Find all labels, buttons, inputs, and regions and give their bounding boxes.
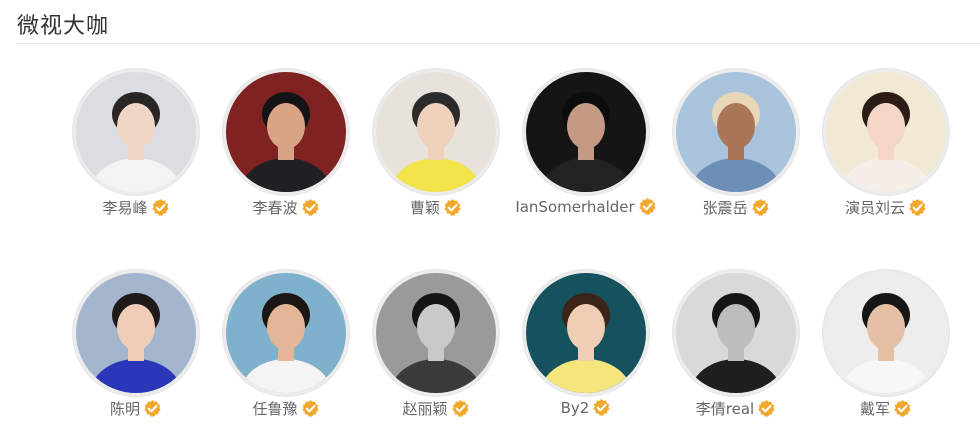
celebrity-name[interactable]: 曹颖 (410, 197, 440, 218)
celebrity-card[interactable]: By2 (511, 270, 661, 430)
celebrity-name[interactable]: 李春波 (252, 197, 297, 218)
celebrity-name-row: 曹颖 (361, 197, 511, 218)
celebrity-name-row: By2 (511, 398, 661, 417)
celebrity-name-row: 演员刘云 (811, 197, 961, 218)
avatar-ring (373, 69, 499, 195)
avatar[interactable] (376, 72, 496, 192)
avatar-image (826, 72, 946, 192)
avatar[interactable] (526, 273, 646, 393)
avatar-ring (673, 270, 799, 396)
avatar[interactable] (226, 273, 346, 393)
celebrity-name[interactable]: 赵丽颖 (402, 398, 447, 419)
celebrity-card[interactable]: 演员刘云 (811, 69, 961, 229)
celebrity-name-row: 张震岳 (661, 197, 811, 218)
avatar-ring (823, 69, 949, 195)
avatar-ring (823, 270, 949, 396)
celebrity-card[interactable]: IanSomerhalder (511, 69, 661, 229)
verified-badge-icon (144, 399, 161, 417)
celebrity-name-row: 任鲁豫 (211, 398, 361, 419)
avatar-ring (373, 270, 499, 396)
celebrity-name[interactable]: 李倩real (696, 398, 754, 419)
celebrity-name[interactable]: 任鲁豫 (252, 398, 297, 419)
avatar-ring (223, 270, 349, 396)
celebrity-card[interactable]: 任鲁豫 (211, 270, 361, 430)
celebrity-name-row: IanSomerhalder (511, 197, 661, 216)
avatar-image (526, 72, 646, 192)
avatar[interactable] (76, 72, 196, 192)
celebrity-name[interactable]: 陈明 (110, 398, 140, 419)
avatar-ring (523, 270, 649, 396)
celebrity-name-row: 戴军 (811, 398, 961, 419)
celebrity-name[interactable]: By2 (561, 399, 590, 417)
avatar-image (376, 273, 496, 393)
verified-badge-icon (758, 399, 775, 417)
celebrity-name-row: 陈明 (61, 398, 211, 419)
celebrity-card[interactable]: 张震岳 (661, 69, 811, 229)
avatar-ring (223, 69, 349, 195)
celebrity-name-row: 李倩real (661, 398, 811, 419)
verified-badge-icon (301, 198, 319, 216)
verified-badge-icon (909, 198, 926, 216)
avatar-ring (73, 69, 199, 195)
avatar-ring (73, 270, 199, 396)
avatar-image (226, 273, 346, 393)
avatar-image (376, 72, 496, 192)
verified-badge-icon (151, 198, 169, 216)
avatar[interactable] (676, 72, 796, 192)
verified-badge-icon (444, 198, 461, 216)
avatar[interactable] (526, 72, 646, 192)
avatar[interactable] (676, 273, 796, 393)
avatar-image (76, 72, 196, 192)
avatar-image (226, 72, 346, 192)
celebrity-card[interactable]: 曹颖 (361, 69, 511, 229)
verified-badge-icon (751, 198, 769, 216)
celebrity-name[interactable]: 李易峰 (102, 197, 147, 218)
avatar-image (526, 273, 646, 393)
celebrity-name-row: 李易峰 (61, 197, 211, 218)
celebrity-name[interactable]: 张震岳 (702, 197, 747, 218)
avatar-image (76, 273, 196, 393)
celebrity-name[interactable]: 演员刘云 (845, 197, 905, 218)
verified-badge-icon (593, 398, 611, 416)
avatar[interactable] (76, 273, 196, 393)
verified-badge-icon (894, 399, 911, 417)
celebrity-name-row: 李春波 (211, 197, 361, 218)
avatar[interactable] (376, 273, 496, 393)
celebrity-card[interactable]: 赵丽颖 (361, 270, 511, 430)
celebrity-name[interactable]: 戴军 (860, 398, 890, 419)
avatar-ring (673, 69, 799, 195)
celebrity-name[interactable]: IanSomerhalder (515, 198, 634, 216)
celebrity-card[interactable]: 李春波 (211, 69, 361, 229)
avatar-image (826, 273, 946, 393)
celebrity-card[interactable]: 戴军 (811, 270, 961, 430)
verified-badge-icon (301, 399, 319, 417)
avatar-ring (523, 69, 649, 195)
avatar[interactable] (226, 72, 346, 192)
celebrity-card[interactable]: 陈明 (61, 270, 211, 430)
avatar[interactable] (826, 273, 946, 393)
celebrity-card[interactable]: 李易峰 (61, 69, 211, 229)
avatar-image (676, 273, 796, 393)
celebrity-card[interactable]: 李倩real (661, 270, 811, 430)
verified-badge-icon (451, 399, 469, 417)
celebrity-name-row: 赵丽颖 (361, 398, 511, 419)
celebrity-grid: 李易峰 李春波 曹颖 IanSomerhalder 张震岳 演员刘云陈明 任鲁豫 赵丽颖 By2… (0, 0, 980, 444)
avatar[interactable] (826, 72, 946, 192)
verified-badge-icon (639, 197, 656, 215)
avatar-image (676, 72, 796, 192)
